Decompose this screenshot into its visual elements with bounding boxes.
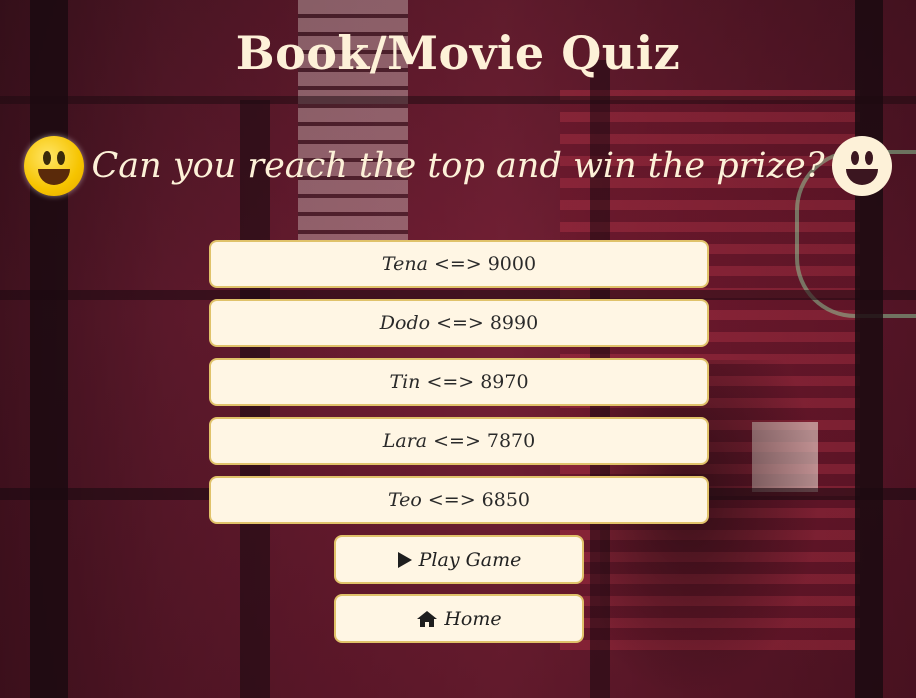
- smiley-face-icon: [832, 136, 893, 196]
- player-name: Tena: [381, 253, 428, 275]
- page-subtitle: Can you reach the top and win the prize?: [91, 146, 825, 186]
- page-title: Book/Movie Quiz: [235, 26, 681, 80]
- separator: <=>: [433, 430, 481, 452]
- player-name: Dodo: [379, 312, 431, 334]
- player-name: Lara: [382, 430, 428, 452]
- separator: <=>: [436, 312, 484, 334]
- separator: <=>: [427, 489, 476, 511]
- separator: <=>: [433, 253, 482, 275]
- play-game-label: Play Game: [418, 548, 522, 571]
- player-name: Teo: [387, 489, 422, 511]
- main-content: Book/Movie Quiz Can you reach the top an…: [0, 0, 916, 698]
- player-name: Tin: [389, 371, 421, 393]
- player-score: 6850: [481, 489, 530, 511]
- home-button[interactable]: Home: [334, 594, 584, 643]
- play-game-button[interactable]: Play Game: [334, 535, 584, 584]
- play-icon: [397, 551, 413, 569]
- smiley-face-icon: [23, 136, 84, 196]
- player-score: 8970: [480, 371, 529, 393]
- player-score: 7870: [486, 430, 536, 452]
- separator: <=>: [426, 371, 475, 393]
- home-label: Home: [444, 607, 502, 630]
- subtitle-row: Can you reach the top and win the prize?: [0, 136, 916, 196]
- leaderboard-entry: Teo <=> 6850: [209, 476, 709, 524]
- leaderboard-entry: Dodo <=> 8990: [209, 299, 709, 347]
- player-score: 9000: [487, 253, 537, 275]
- home-icon: [416, 610, 438, 628]
- leaderboard-list: Tena <=> 9000 Dodo <=> 8990 Tin <=> 8970…: [209, 240, 709, 524]
- player-score: 8990: [489, 312, 539, 334]
- leaderboard-entry: Tin <=> 8970: [209, 358, 709, 406]
- leaderboard-entry: Lara <=> 7870: [209, 417, 709, 465]
- leaderboard-entry: Tena <=> 9000: [209, 240, 709, 288]
